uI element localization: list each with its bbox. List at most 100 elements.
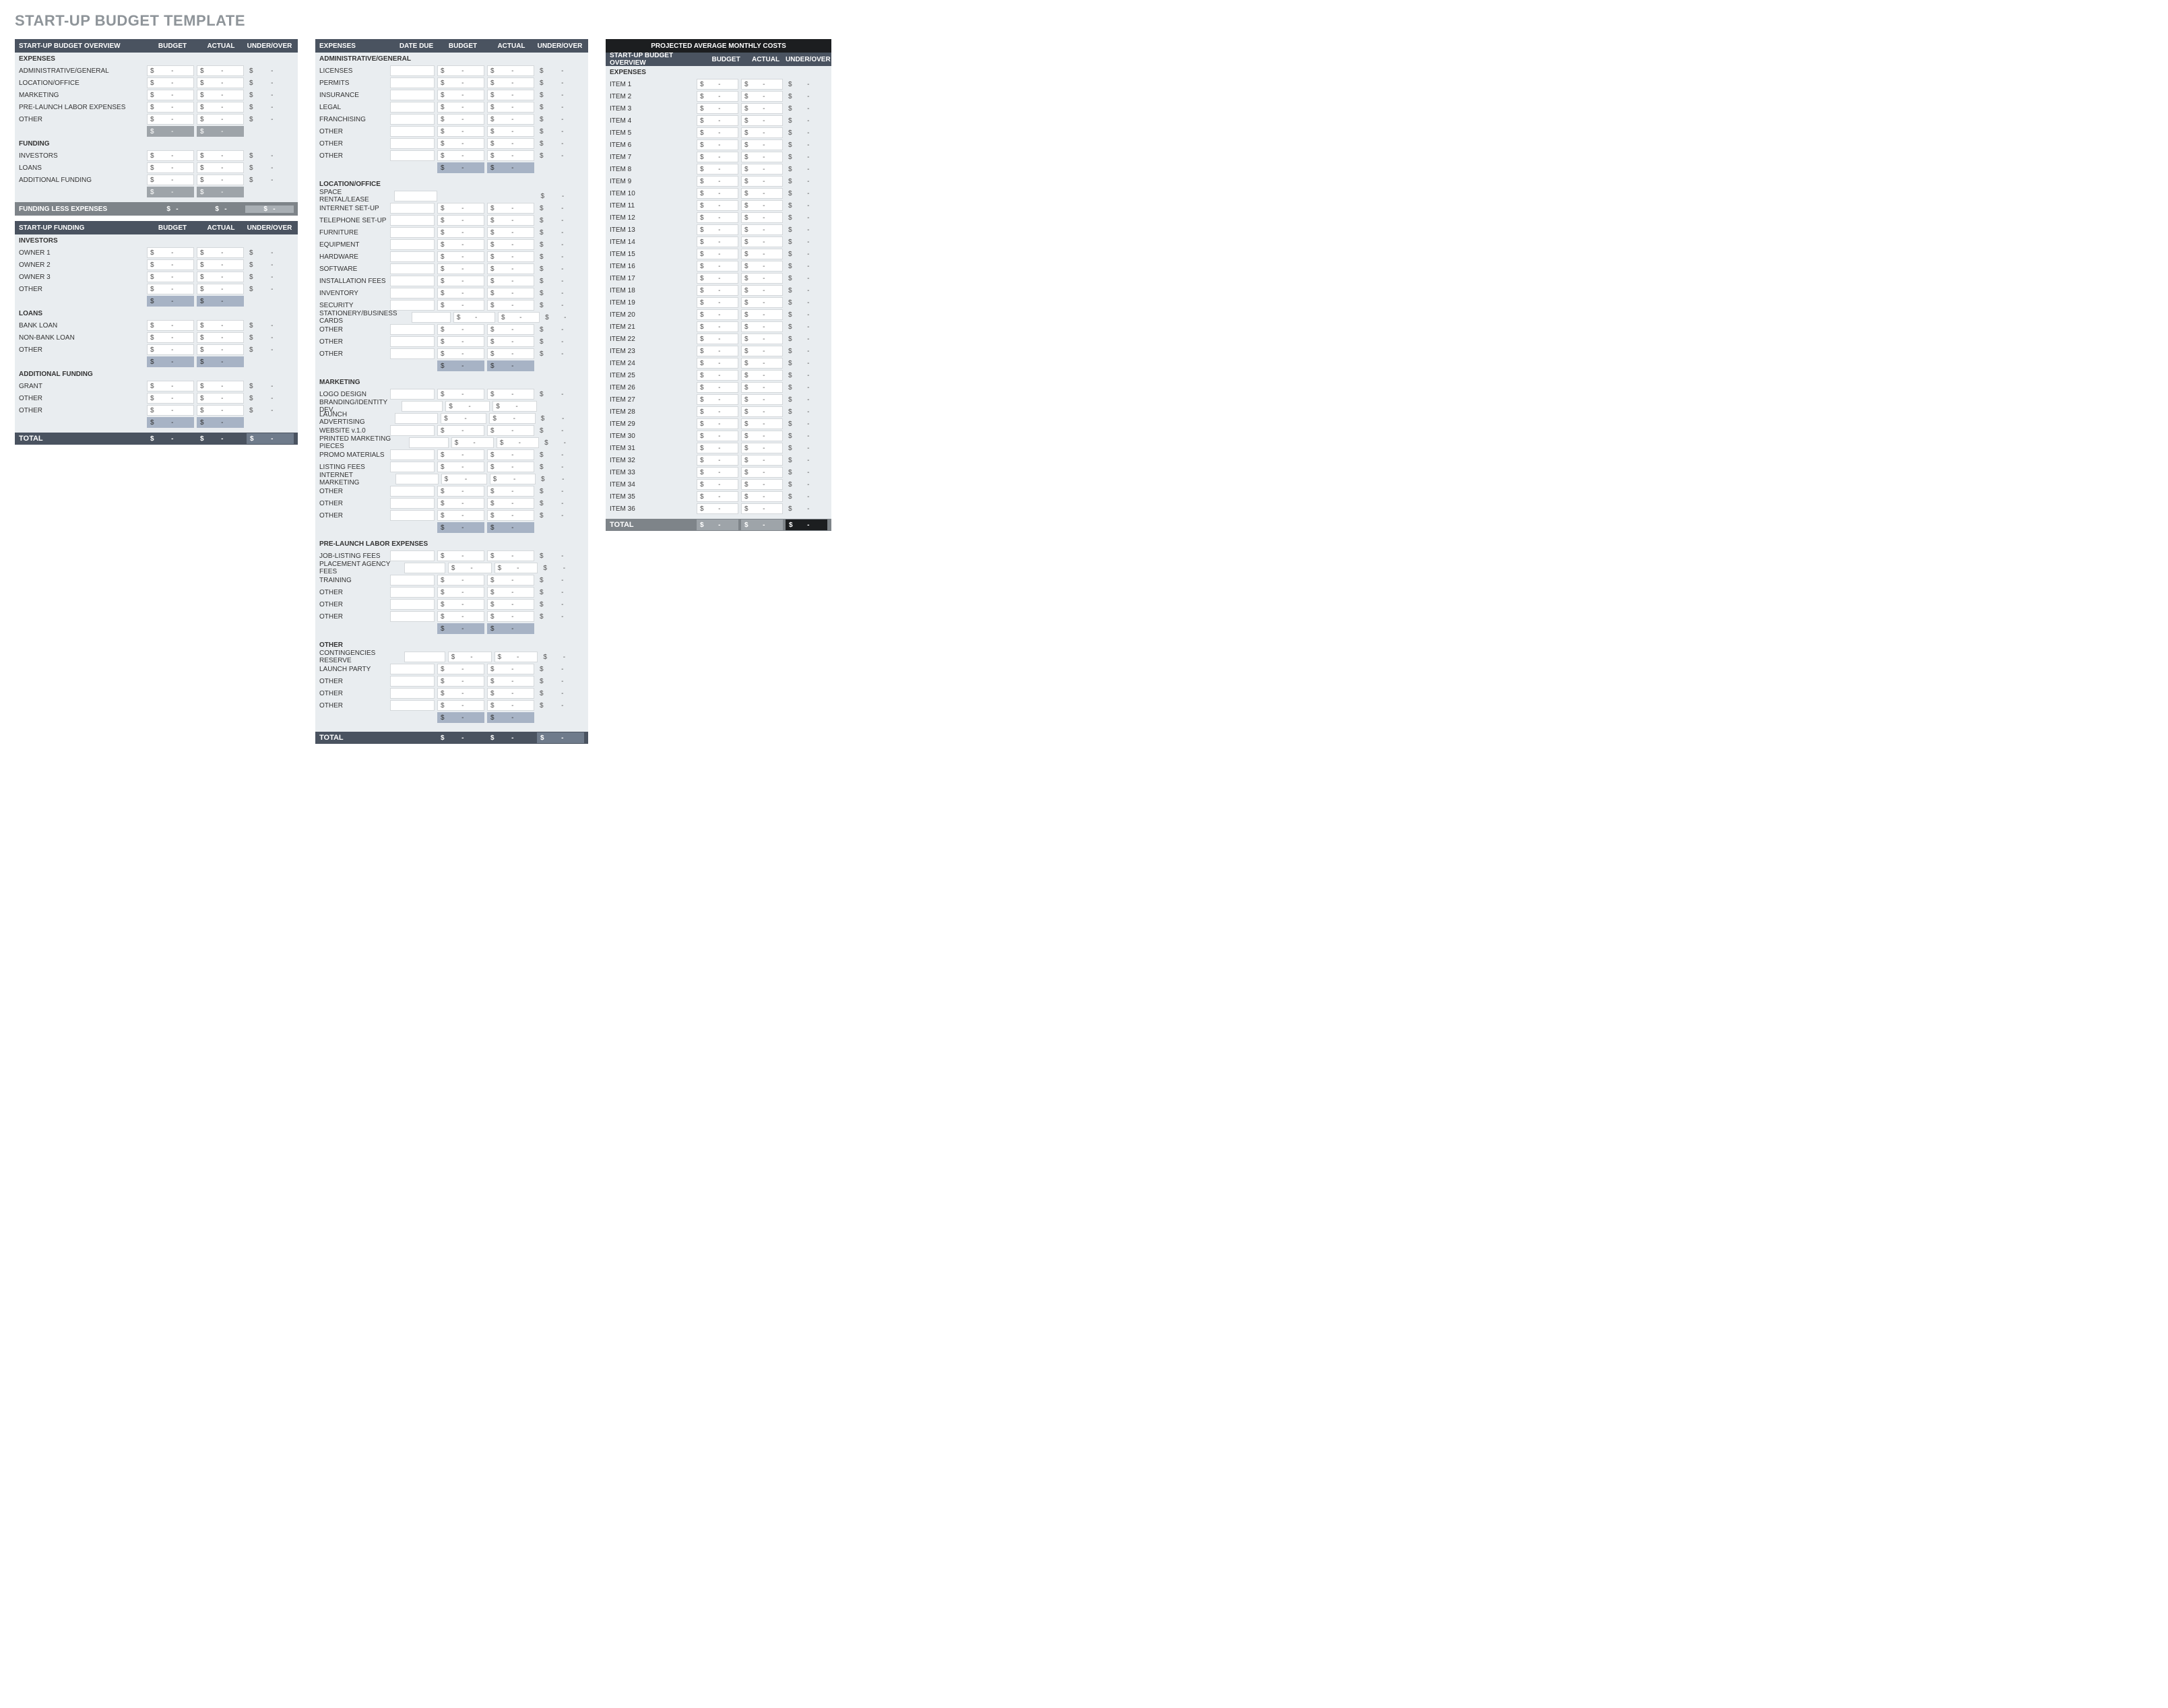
actual-cell[interactable]: $- (487, 348, 534, 359)
actual-cell[interactable]: $- (741, 334, 783, 344)
actual-cell[interactable]: $- (197, 114, 244, 125)
date-due-input[interactable] (390, 65, 435, 76)
budget-cell[interactable]: $- (147, 90, 194, 100)
actual-cell[interactable]: $- (197, 247, 244, 258)
actual-cell[interactable]: $- (741, 212, 783, 223)
budget-cell[interactable]: $- (697, 394, 738, 405)
actual-cell[interactable]: $- (487, 203, 534, 214)
date-due-input[interactable] (390, 449, 435, 460)
actual-cell[interactable]: $- (487, 425, 534, 436)
actual-cell[interactable]: $- (487, 227, 534, 238)
actual-cell[interactable]: $- (741, 479, 783, 490)
budget-cell[interactable]: $- (437, 462, 484, 472)
budget-cell[interactable]: $- (147, 332, 194, 343)
budget-cell[interactable]: $- (437, 65, 484, 76)
budget-cell[interactable]: $- (697, 127, 738, 138)
budget-cell[interactable]: $- (697, 249, 738, 259)
budget-cell[interactable]: $- (697, 164, 738, 175)
date-due-input[interactable] (390, 203, 435, 214)
budget-cell[interactable]: $- (437, 550, 484, 561)
budget-cell[interactable]: $- (448, 652, 492, 662)
budget-cell[interactable]: $- (147, 247, 194, 258)
budget-cell[interactable]: $- (697, 491, 738, 502)
budget-cell[interactable]: $- (147, 272, 194, 282)
date-due-input[interactable] (390, 510, 435, 521)
actual-cell[interactable]: $- (741, 370, 783, 381)
actual-cell[interactable]: $- (741, 79, 783, 90)
actual-cell[interactable]: $- (197, 90, 244, 100)
budget-cell[interactable]: $- (147, 65, 194, 76)
date-due-input[interactable] (390, 389, 435, 400)
date-due-input[interactable] (395, 474, 439, 484)
actual-cell[interactable]: $- (741, 297, 783, 308)
actual-cell[interactable]: $- (197, 77, 244, 88)
actual-cell[interactable]: $- (197, 102, 244, 113)
actual-cell[interactable]: $- (741, 115, 783, 126)
budget-cell[interactable]: $- (147, 381, 194, 391)
budget-cell[interactable]: $- (147, 114, 194, 125)
budget-cell[interactable]: $- (697, 309, 738, 320)
budget-cell[interactable]: $- (147, 102, 194, 113)
actual-cell[interactable]: $- (487, 150, 534, 161)
date-due-input[interactable] (390, 348, 435, 359)
budget-cell[interactable]: $- (697, 443, 738, 453)
date-due-input[interactable] (390, 611, 435, 622)
date-due-input[interactable] (390, 227, 435, 238)
date-due-input[interactable] (390, 114, 435, 125)
budget-cell[interactable]: $- (697, 103, 738, 114)
budget-cell[interactable]: $- (147, 393, 194, 404)
date-due-input[interactable] (390, 486, 435, 497)
actual-cell[interactable]: $- (741, 443, 783, 453)
budget-cell[interactable]: $- (147, 77, 194, 88)
budget-cell[interactable]: $- (437, 114, 484, 125)
actual-cell[interactable]: $- (487, 389, 534, 400)
actual-cell[interactable]: $- (487, 611, 534, 622)
budget-cell[interactable]: $- (697, 418, 738, 429)
budget-cell[interactable]: $- (147, 259, 194, 270)
budget-cell[interactable]: $- (437, 324, 484, 335)
date-due-input[interactable] (390, 251, 435, 262)
actual-cell[interactable]: $- (741, 224, 783, 235)
budget-cell[interactable]: $- (697, 139, 738, 150)
budget-cell[interactable]: $- (697, 382, 738, 393)
budget-cell[interactable]: $- (147, 344, 194, 355)
actual-cell[interactable]: $- (741, 455, 783, 466)
date-due-input[interactable] (390, 688, 435, 699)
date-due-input[interactable] (390, 90, 435, 100)
actual-cell[interactable]: $- (487, 77, 534, 88)
date-due-input[interactable] (404, 652, 445, 662)
actual-cell[interactable]: $- (741, 418, 783, 429)
budget-cell[interactable]: $- (697, 479, 738, 490)
budget-cell[interactable]: $- (697, 79, 738, 90)
actual-cell[interactable]: $- (741, 103, 783, 114)
budget-cell[interactable]: $- (437, 599, 484, 610)
actual-cell[interactable]: $- (197, 332, 244, 343)
budget-cell[interactable]: $- (451, 437, 494, 448)
actual-cell[interactable]: $- (197, 259, 244, 270)
date-due-input[interactable] (390, 77, 435, 88)
actual-cell[interactable]: $- (741, 431, 783, 441)
date-due-input[interactable] (390, 700, 435, 711)
budget-cell[interactable]: $- (697, 115, 738, 126)
actual-cell[interactable]: $- (487, 550, 534, 561)
actual-cell[interactable]: $- (487, 449, 534, 460)
actual-cell[interactable]: $- (487, 498, 534, 509)
budget-cell[interactable]: $- (437, 90, 484, 100)
actual-cell[interactable]: $- (741, 236, 783, 247)
budget-cell[interactable]: $- (697, 467, 738, 478)
actual-cell[interactable]: $- (497, 437, 539, 448)
date-due-input[interactable] (390, 498, 435, 509)
date-due-input[interactable] (390, 263, 435, 274)
actual-cell[interactable]: $- (197, 284, 244, 294)
actual-cell[interactable]: $- (487, 215, 534, 226)
actual-cell[interactable]: $- (741, 467, 783, 478)
actual-cell[interactable]: $- (741, 261, 783, 272)
actual-cell[interactable]: $- (487, 65, 534, 76)
budget-cell[interactable]: $- (448, 563, 492, 573)
date-due-input[interactable] (390, 215, 435, 226)
budget-cell[interactable]: $- (437, 486, 484, 497)
actual-cell[interactable]: $- (487, 575, 534, 586)
budget-cell[interactable]: $- (437, 227, 484, 238)
budget-cell[interactable]: $- (697, 455, 738, 466)
date-due-input[interactable] (395, 413, 438, 424)
